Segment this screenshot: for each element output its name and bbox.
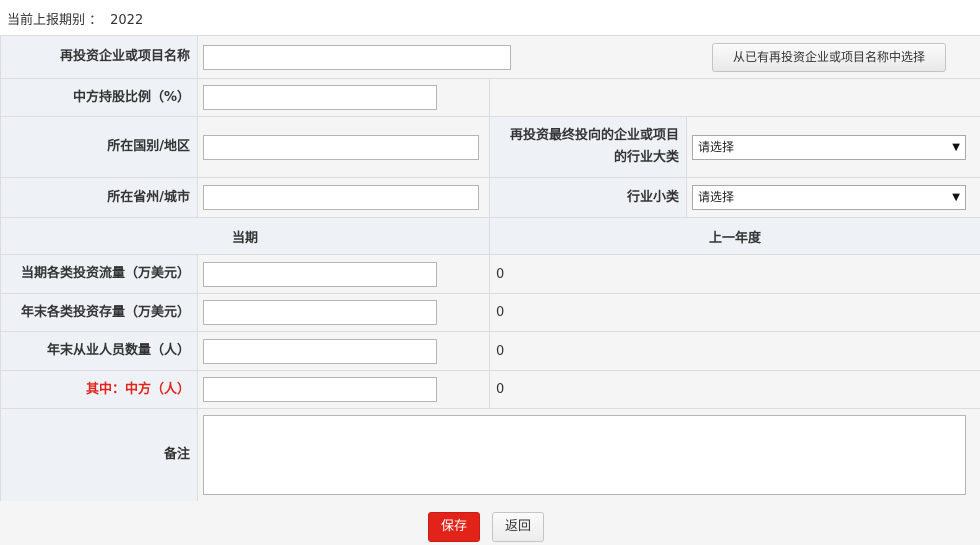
industry-minor-label: 行业小类 xyxy=(489,177,687,218)
report-form: 再投资企业或项目名称 从已有再投资企业或项目名称中选择 中方持股比例（%） 所在… xyxy=(0,35,980,502)
employees-label: 年末从业人员数量（人） xyxy=(0,331,198,371)
chinese-employees-input[interactable] xyxy=(203,377,437,402)
column-previous: 上一年度 xyxy=(488,217,980,255)
table-row: 当期各类投资流量（万美元） 0 xyxy=(0,254,980,294)
enterprise-name-input[interactable] xyxy=(203,44,511,70)
province-input[interactable] xyxy=(203,185,479,210)
investment-flow-label: 当期各类投资流量（万美元） xyxy=(0,254,198,294)
pick-enterprise-button[interactable]: 从已有再投资企业或项目名称中选择 xyxy=(712,43,946,72)
employees-input[interactable] xyxy=(203,338,437,364)
employees-previous: 0 xyxy=(488,331,980,371)
chinese-employees-previous: 0 xyxy=(488,370,980,409)
table-row: 年末各类投资存量（万美元） 0 xyxy=(0,293,980,332)
province-label: 所在省州/城市 xyxy=(0,177,198,218)
investment-flow-input[interactable] xyxy=(203,261,437,287)
share-ratio-label: 中方持股比例（%） xyxy=(0,78,198,117)
row-province: 所在省州/城市 行业小类 请选择 ▼ xyxy=(0,177,980,218)
investment-stock-input[interactable] xyxy=(203,300,437,325)
column-current: 当期 xyxy=(0,217,490,255)
current-period: 当前上报期别 ： 2022 xyxy=(7,9,143,28)
row-country: 所在国别/地区 再投资最终投向的企业或项目 的行业大类 请选择 ▼ xyxy=(0,116,980,178)
row-enterprise-name: 再投资企业或项目名称 从已有再投资企业或项目名称中选择 xyxy=(0,35,980,79)
period-value: 2022 xyxy=(110,13,144,28)
industry-minor-select[interactable]: 请选择 ▼ xyxy=(692,185,966,210)
chinese-employees-label: 其中：中方（人） xyxy=(0,370,198,409)
enterprise-name-label: 再投资企业或项目名称 xyxy=(0,35,198,79)
button-bar: 保存 返回 xyxy=(0,501,980,545)
remark-textarea[interactable] xyxy=(203,415,966,495)
back-button[interactable]: 返回 xyxy=(492,512,544,542)
country-input[interactable] xyxy=(203,134,479,160)
remark-label: 备注 xyxy=(0,408,198,502)
row-column-headers: 当期 上一年度 xyxy=(0,217,980,255)
country-label: 所在国别/地区 xyxy=(0,116,198,178)
investment-flow-previous: 0 xyxy=(488,254,980,294)
industry-major-label: 再投资最终投向的企业或项目 的行业大类 xyxy=(489,116,687,178)
table-row: 其中：中方（人） 0 xyxy=(0,370,980,409)
chevron-down-icon: ▼ xyxy=(952,141,960,153)
table-row: 年末从业人员数量（人） 0 xyxy=(0,331,980,371)
save-button[interactable]: 保存 xyxy=(428,512,480,542)
chevron-down-icon: ▼ xyxy=(952,192,960,203)
investment-stock-previous: 0 xyxy=(488,293,980,332)
investment-stock-label: 年末各类投资存量（万美元） xyxy=(0,293,198,332)
industry-major-select[interactable]: 请选择 ▼ xyxy=(692,134,966,160)
row-remark: 备注 xyxy=(0,408,980,502)
share-ratio-input[interactable] xyxy=(203,85,437,110)
row-share-ratio: 中方持股比例（%） xyxy=(0,78,980,117)
period-label: 当前上报期别 ： xyxy=(7,13,103,28)
